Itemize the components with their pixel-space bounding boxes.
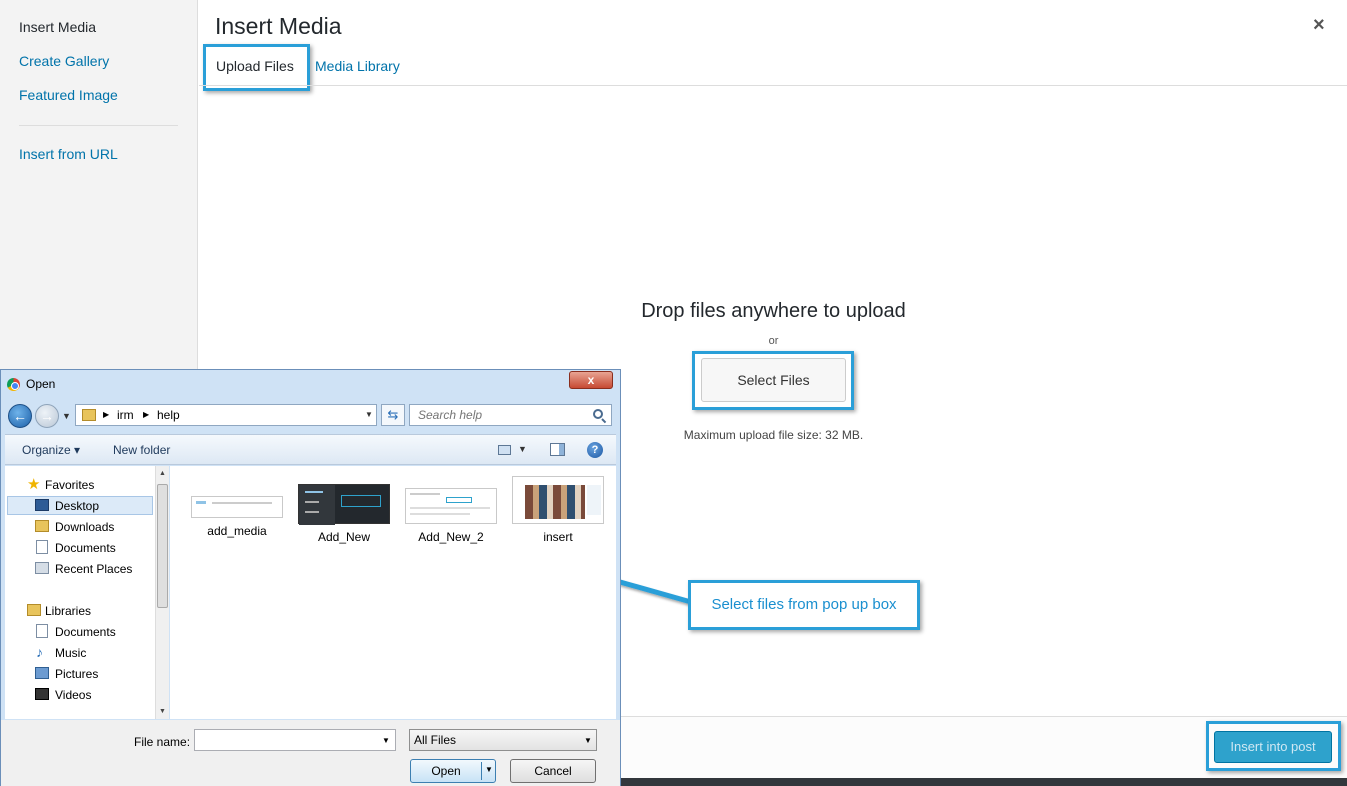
change-view-icon[interactable] (498, 445, 511, 455)
sidebar-item-create-gallery[interactable]: Create Gallery (19, 53, 109, 69)
file-type-value: All Files (414, 733, 457, 747)
file-thumbnail (405, 488, 497, 524)
dialog-close-button[interactable]: x (569, 371, 613, 389)
close-icon[interactable]: × (1313, 14, 1325, 36)
nav-item-pictures[interactable]: Pictures (55, 667, 98, 681)
nav-item-documents[interactable]: Documents (55, 541, 116, 555)
cancel-button[interactable]: Cancel (510, 759, 596, 783)
search-icon[interactable] (593, 409, 603, 419)
open-dropdown-icon[interactable]: ▼ (485, 765, 493, 774)
file-thumbnail (512, 476, 604, 524)
sidebar-divider (19, 125, 178, 126)
tab-upload-files[interactable]: Upload Files (216, 58, 294, 74)
address-bar[interactable]: ▶ irm ▶ help ▼ (75, 404, 377, 426)
dialog-title: Open (26, 377, 56, 391)
scroll-down-icon[interactable]: ▼ (159, 708, 166, 715)
address-dropdown-icon[interactable]: ▼ (365, 410, 373, 419)
file-type-dropdown-icon[interactable]: ▼ (584, 736, 592, 745)
instruction-callout: Select files from pop up box (688, 580, 920, 630)
sidebar-item-insert-from-url[interactable]: Insert from URL (19, 146, 118, 162)
sidebar-item-insert-media[interactable]: Insert Media (19, 19, 96, 35)
dialog-bottom-area: File name: ▼ All Files ▼ Open ▼ Cancel (1, 720, 620, 786)
insert-media-screen: Insert Media Create Gallery Featured Ima… (0, 0, 1347, 786)
nav-item-desktop[interactable]: Desktop (55, 499, 99, 513)
file-item[interactable]: Add_New (296, 484, 392, 544)
file-name-input[interactable]: ▼ (194, 729, 396, 751)
nav-item-downloads[interactable]: Downloads (55, 520, 114, 534)
open-button[interactable]: Open ▼ (410, 759, 496, 783)
search-input[interactable] (409, 404, 612, 426)
view-dropdown-icon[interactable]: ▼ (518, 444, 527, 454)
file-name: insert (543, 530, 573, 544)
help-icon[interactable]: ? (587, 442, 603, 458)
breadcrumb-separator-icon: ▶ (143, 410, 150, 419)
scroll-thumb[interactable] (157, 484, 168, 608)
file-thumbnail (298, 484, 390, 525)
open-button-divider (481, 762, 482, 780)
music-note-icon: ♪ (36, 644, 43, 660)
organize-menu[interactable]: Organize ▾ (22, 443, 80, 457)
breadcrumb-separator-icon: ▶ (103, 410, 110, 419)
file-item[interactable]: insert (510, 476, 606, 544)
open-file-dialog: Open x ← → ▼ ▶ irm ▶ help ▼ ⇆ Organize ▾… (0, 369, 621, 786)
or-text: or (768, 335, 779, 347)
history-dropdown-icon[interactable]: ▼ (62, 411, 71, 421)
desktop-icon (35, 499, 49, 511)
file-name-dropdown-icon[interactable]: ▼ (382, 736, 390, 745)
navigation-pane: ★ Favorites Desktop Downloads Documents … (5, 466, 169, 719)
nav-item-music[interactable]: Music (55, 646, 86, 660)
libraries-icon (27, 604, 41, 616)
nav-scrollbar[interactable]: ▲ ▼ (155, 466, 169, 719)
file-type-select[interactable]: All Files ▼ (409, 729, 597, 751)
file-list: add_media Add_New Add_New_2 insert (170, 466, 616, 719)
videos-icon (35, 688, 49, 700)
preview-pane-icon[interactable] (550, 443, 565, 456)
file-name: Add_New_2 (418, 530, 484, 544)
recent-places-icon (35, 562, 49, 574)
pictures-icon (35, 667, 49, 679)
nav-item-recent-places[interactable]: Recent Places (55, 562, 132, 576)
file-name: add_media (207, 524, 267, 538)
downloads-folder-icon (35, 520, 49, 532)
header-divider (199, 85, 1347, 86)
forward-arrow-icon[interactable]: → (35, 404, 59, 428)
documents-icon (36, 540, 48, 554)
file-item[interactable]: Add_New_2 (403, 488, 499, 544)
new-folder-button[interactable]: New folder (113, 443, 170, 457)
nav-libraries[interactable]: Libraries (45, 604, 91, 618)
chrome-icon (7, 378, 20, 391)
tab-media-library[interactable]: Media Library (315, 58, 400, 74)
max-upload-size: Maximum upload file size: 32 MB. (683, 428, 864, 442)
file-name-label: File name: (134, 735, 191, 749)
drop-files-text: Drop files anywhere to upload (641, 300, 906, 322)
file-thumbnail (191, 496, 283, 518)
folder-icon (82, 409, 96, 421)
nav-favorites[interactable]: Favorites (45, 478, 94, 492)
nav-item-videos[interactable]: Videos (55, 688, 91, 702)
back-arrow-icon[interactable]: ← (8, 404, 32, 428)
file-name: Add_New (317, 530, 371, 544)
sidebar-item-featured-image[interactable]: Featured Image (19, 87, 118, 103)
refresh-icon[interactable]: ⇆ (381, 404, 405, 426)
file-item[interactable]: add_media (189, 496, 285, 538)
nav-item-lib-documents[interactable]: Documents (55, 625, 116, 639)
breadcrumb-irm[interactable]: irm (117, 408, 134, 422)
page-title: Insert Media (215, 13, 342, 39)
open-button-label: Open (431, 764, 461, 778)
star-icon: ★ (27, 476, 41, 493)
insert-into-post-button[interactable]: Insert into post (1214, 731, 1332, 763)
bottom-dark-strip (620, 778, 1347, 786)
scroll-up-icon[interactable]: ▲ (159, 470, 166, 477)
breadcrumb-help[interactable]: help (157, 408, 180, 422)
dialog-toolbar: Organize ▾ New folder ▼ ? (5, 434, 616, 465)
documents-icon (36, 624, 48, 638)
select-files-button[interactable]: Select Files (701, 358, 846, 402)
